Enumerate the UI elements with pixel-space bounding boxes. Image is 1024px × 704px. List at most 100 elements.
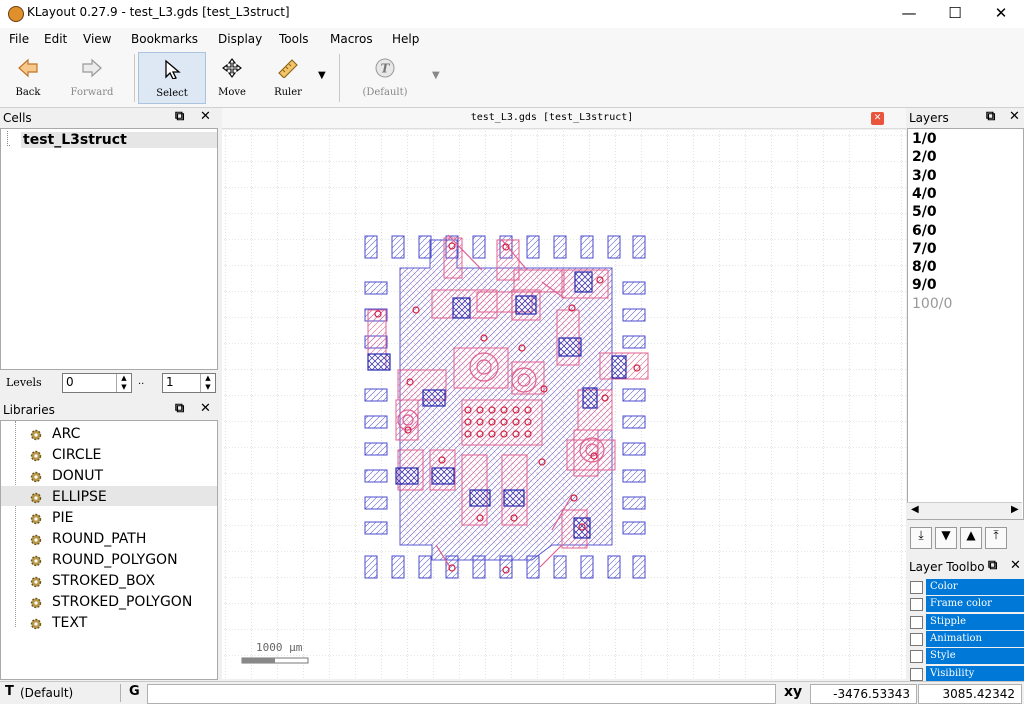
cell-item-root[interactable]: test_L3struct [21,132,217,148]
forward-button[interactable]: Forward [66,52,118,102]
close-panel-icon[interactable]: ✕ [200,109,211,124]
float-panel-icon[interactable]: ⧉ [988,558,997,573]
layer-item[interactable]: 4/0 [912,186,937,202]
toolbox-row[interactable]: Frame color [908,596,1024,613]
layer-item[interactable]: 1/0 [912,131,937,147]
toolbox-checkbox[interactable] [910,598,923,612]
toolbox-checkbox[interactable] [910,581,923,594]
back-button[interactable]: Back [6,52,50,102]
close-panel-icon[interactable]: ✕ [200,401,211,416]
layer-item[interactable]: 9/0 [912,277,937,293]
move-up-icon[interactable]: ▲ [960,527,982,549]
text-style-button[interactable]: T (Default) [352,52,418,102]
ruler-dropdown-arrow-icon[interactable]: ▼ [318,70,326,81]
menu-file[interactable]: File [9,32,29,46]
spin-arrows-icon[interactable]: ▲ ▼ [200,374,215,392]
float-panel-icon[interactable]: ⧉ [986,109,995,124]
toolbox-row[interactable]: Animation [908,630,1024,647]
menu-view[interactable]: View [83,32,111,46]
close-panel-icon[interactable]: ✕ [1010,558,1021,573]
library-item[interactable]: CIRCLE [52,447,101,463]
cells-panel-header: Cells ⧉ ✕ [0,108,218,128]
layer-item[interactable]: 3/0 [912,168,937,184]
level-to-input[interactable]: 1 ▲ ▼ [162,373,216,393]
toolbox-row-label[interactable]: Animation [926,630,1024,647]
library-item[interactable]: ELLIPSE [52,489,107,505]
title-bar: KLayout 0.27.9 - test_L3.gds [test_L3str… [0,0,1024,28]
close-window-button[interactable]: ✕ [978,0,1024,28]
library-gear-icon [30,618,42,630]
klayout-app-icon [8,6,24,22]
move-down-icon[interactable]: ▼ [935,527,957,549]
move-to-top-icon[interactable]: ⤒ [985,527,1007,549]
level-from-input[interactable]: 0 ▲ ▼ [62,373,132,393]
canvas-tab-title[interactable]: test_L3.gds [test_L3struct] [222,112,882,123]
cells-tree: test_L3struct [0,128,218,370]
toolbar: Back Forward Select Move Ruler ▼ T (Defa… [0,50,1024,108]
move-button[interactable]: Move [210,52,254,102]
scale-bar [241,657,309,664]
toolbox-row-label[interactable]: Color [926,579,1024,595]
layer-item[interactable]: 5/0 [912,204,937,220]
arrow-right-icon [82,58,102,78]
move-arrows-icon [222,58,242,78]
library-item[interactable]: ROUND_POLYGON [52,552,178,568]
layer-item[interactable]: 8/0 [912,259,937,275]
minimize-button[interactable]: — [886,0,932,28]
menu-macros[interactable]: Macros [330,32,373,46]
select-button[interactable]: Select [138,52,206,104]
move-to-bottom-icon[interactable]: ⤓ [910,527,932,549]
library-item[interactable]: TEXT [52,615,87,631]
library-item[interactable]: STROKED_POLYGON [52,594,192,610]
toolbox-checkbox[interactable] [910,667,923,681]
status-message [147,684,776,704]
menu-bookmarks[interactable]: Bookmarks [131,32,198,46]
ruler-button[interactable]: Ruler [264,52,312,102]
coord-y-field: 3085.42342 [918,684,1022,704]
toolbox-row[interactable]: Visibility [908,665,1024,682]
toolbox-row[interactable]: Style [908,648,1024,665]
layers-hscrollbar[interactable]: ◀ ▶ [907,502,1022,519]
chip-layout [364,234,649,579]
xy-label: xy [784,684,803,700]
library-gear-icon [30,534,42,546]
library-item[interactable]: ROUND_PATH [52,531,146,547]
toolbox-checkbox[interactable] [910,632,923,646]
library-item[interactable]: STROKED_BOX [52,573,155,589]
library-item[interactable]: DONUT [52,468,103,484]
close-panel-icon[interactable]: ✕ [1009,109,1020,124]
library-item[interactable]: ARC [52,426,80,442]
canvas-tab-bar: test_L3.gds [test_L3struct] ✕ [222,108,906,129]
status-divider [120,684,121,702]
toolbox-row[interactable]: Color [908,579,1024,595]
menu-display[interactable]: Display [218,32,262,46]
scroll-left-icon[interactable]: ◀ [911,504,919,515]
close-tab-icon[interactable]: ✕ [871,112,884,125]
layers-panel-header: Layers ⧉ ✕ [906,108,1024,128]
layer-item[interactable]: 2/0 [912,149,937,165]
levels-separator: .. [138,376,145,387]
spin-arrows-icon[interactable]: ▲ ▼ [116,374,131,392]
svg-text:T: T [381,62,391,76]
toolbar-separator [134,54,135,102]
menu-help[interactable]: Help [392,32,419,46]
toolbox-checkbox[interactable] [910,615,923,629]
toolbox-row-label[interactable]: Frame color [926,596,1024,613]
float-panel-icon[interactable]: ⧉ [175,109,184,124]
float-panel-icon[interactable]: ⧉ [175,401,184,416]
menu-tools[interactable]: Tools [279,32,309,46]
layout-canvas[interactable]: 1000 µm [222,130,906,679]
scroll-right-icon[interactable]: ▶ [1011,504,1019,515]
layer-item[interactable]: 7/0 [912,241,937,257]
layer-item[interactable]: 6/0 [912,223,937,239]
toolbox-row[interactable]: Stipple [908,613,1024,630]
text-dropdown-arrow-icon[interactable]: ▼ [432,70,440,81]
layer-item[interactable]: 100/0 [912,296,952,312]
toolbox-row-label[interactable]: Style [926,648,1024,665]
toolbox-row-label[interactable]: Visibility [926,665,1024,682]
library-item[interactable]: PIE [52,510,73,526]
toolbox-checkbox[interactable] [910,650,923,664]
menu-edit[interactable]: Edit [44,32,67,46]
toolbox-row-label[interactable]: Stipple [926,613,1024,630]
maximize-button[interactable]: ☐ [932,0,978,28]
